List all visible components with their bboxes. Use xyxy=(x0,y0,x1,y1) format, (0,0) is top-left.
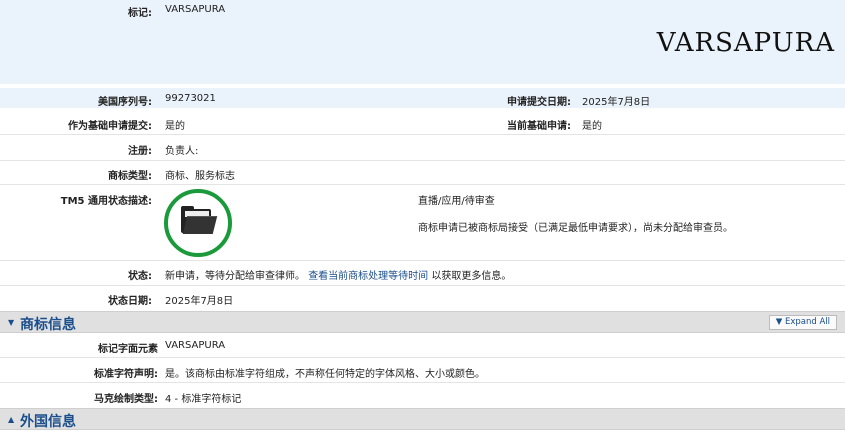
section-foreign-header[interactable]: ▲ 外国信息 xyxy=(0,408,845,430)
collapse-triangle-icon[interactable]: ▼ xyxy=(8,318,14,327)
status-text-after: 以获取更多信息。 xyxy=(431,271,512,282)
mark-image: VARSAPURA xyxy=(656,28,835,58)
register-value: 负责人: xyxy=(165,146,199,157)
processing-wait-times-link[interactable]: 查看当前商标处理等待时间 xyxy=(308,271,428,282)
status-text: 新申请，等待分配给审查律师。 xyxy=(165,271,305,282)
status-label: 状态: xyxy=(128,271,152,282)
serial-label: 美国序列号: xyxy=(98,97,152,108)
tm5-status-description: 商标申请已被商标局接受（已满足最低申请要求），尚未分配给审查员。 xyxy=(418,223,733,234)
filed-as-basis-label: 作为基础申请提交: xyxy=(68,121,152,132)
current-basis-value: 是的 xyxy=(582,121,602,132)
section-mark-info-header[interactable]: ▼ 商标信息 ▼ Expand All xyxy=(0,311,845,333)
mark-value: VARSAPURA xyxy=(165,4,226,15)
section-mark-info-title[interactable]: 商标信息 xyxy=(20,314,76,334)
status-date-label: 状态日期: xyxy=(108,296,152,307)
serial-value: 99273021 xyxy=(165,93,216,104)
mark-type-value: 商标、服务标志 xyxy=(165,171,235,182)
register-label: 注册: xyxy=(128,146,152,157)
status-value: 新申请，等待分配给审查律师。 查看当前商标处理等待时间 以获取更多信息。 xyxy=(165,267,511,282)
expand-triangle-icon[interactable]: ▲ xyxy=(8,415,14,424)
mark-label: 标记: xyxy=(128,8,152,19)
tm5-status-title: 直播/应用/待审查 xyxy=(418,196,495,207)
status-date-value: 2025年7月8日 xyxy=(165,296,234,307)
literal-element-value: VARSAPURA xyxy=(165,340,226,351)
tm5-label: TM5 通用状态描述: xyxy=(60,196,152,207)
expand-arrow-icon: ▼ xyxy=(775,317,785,327)
standard-character-claim-value: 是。该商标由标准字符组成，不声称任何特定的字体风格、大小或颜色。 xyxy=(165,369,485,380)
expand-all-button[interactable]: ▼ Expand All xyxy=(768,315,837,330)
tm5-status-circle xyxy=(164,189,232,257)
current-basis-label: 当前基础申请: xyxy=(507,121,571,132)
filed-as-basis-value: 是的 xyxy=(165,121,185,132)
mark-drawing-type-value: 4 - 标准字符标记 xyxy=(165,394,242,405)
standard-character-claim-label: 标准字符声明: xyxy=(94,369,158,380)
filing-date-value: 2025年7月8日 xyxy=(582,97,651,108)
literal-element-label: 标记字面元素 xyxy=(98,344,158,355)
mark-type-label: 商标类型: xyxy=(108,171,152,182)
filing-date-label: 申请提交日期: xyxy=(507,97,571,108)
expand-all-label: Expand All xyxy=(784,317,830,327)
section-foreign-title[interactable]: 外国信息 xyxy=(20,411,76,431)
mark-drawing-type-label: 马克绘制类型: xyxy=(94,394,158,405)
